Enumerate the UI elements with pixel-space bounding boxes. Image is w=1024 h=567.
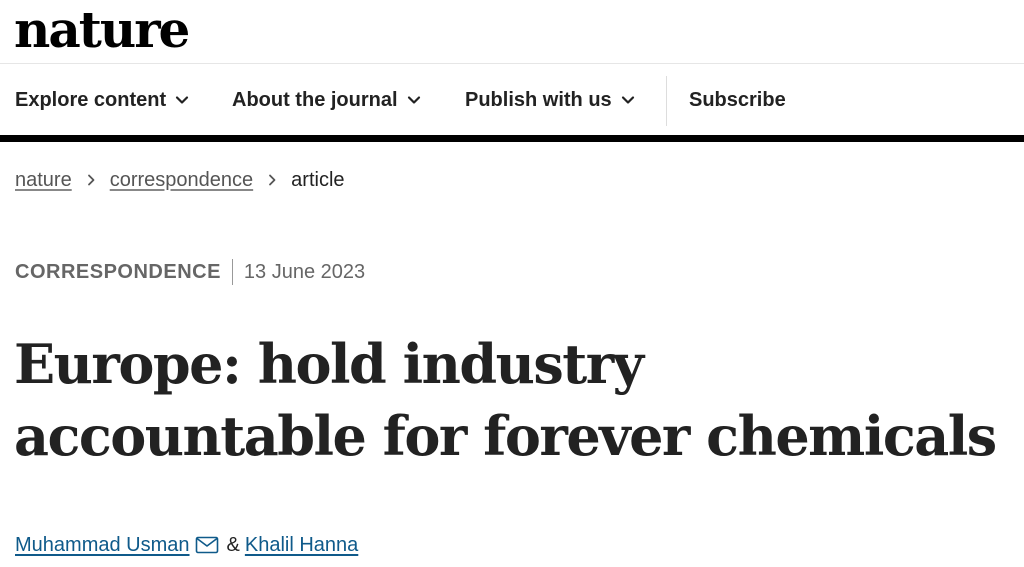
chevron-right-icon [87, 174, 95, 186]
masthead: nature [0, 0, 1024, 64]
nav-item-label: About the journal [232, 88, 398, 111]
chevron-down-icon [621, 96, 634, 104]
mail-icon[interactable] [195, 536, 219, 554]
nav-item-explore-content[interactable]: Explore content [15, 64, 190, 136]
meta-divider [231, 259, 233, 285]
article-meta: CORRESPONDENCE 13 June 2023 [15, 258, 365, 286]
chevron-down-icon [176, 96, 189, 104]
nature-logo[interactable]: nature [14, 2, 190, 58]
breadcrumb-link-correspondence[interactable]: correspondence [110, 169, 253, 192]
breadcrumb-current: article [291, 168, 345, 191]
chevron-right-icon [269, 174, 276, 186]
main-nav: Explore content About the journal Publis… [0, 64, 1024, 136]
nav-item-label: Publish with us [465, 88, 612, 111]
nav-item-about-the-journal[interactable]: About the journal [232, 64, 422, 136]
subscribe-link[interactable]: Subscribe [689, 64, 786, 136]
chevron-down-icon [407, 96, 420, 104]
breadcrumb-link-nature[interactable]: nature [15, 169, 72, 192]
author-link[interactable]: Muhammad Usman [15, 534, 190, 557]
article-title: Europe: hold industry accountable for fo… [14, 332, 997, 468]
publication-date: 13 June 2023 [243, 260, 366, 283]
article-type: CORRESPONDENCE [15, 260, 221, 283]
author-link[interactable]: Khalil Hanna [245, 534, 358, 557]
nav-item-label: Explore content [15, 88, 167, 111]
author-list: Muhammad Usman & Khalil Hanna [15, 531, 358, 559]
breadcrumb: nature correspondence article [15, 166, 345, 194]
author-separator: & [226, 533, 240, 556]
nav-rule [0, 135, 1024, 142]
nav-divider [666, 76, 667, 126]
nav-item-publish-with-us[interactable]: Publish with us [465, 64, 636, 136]
